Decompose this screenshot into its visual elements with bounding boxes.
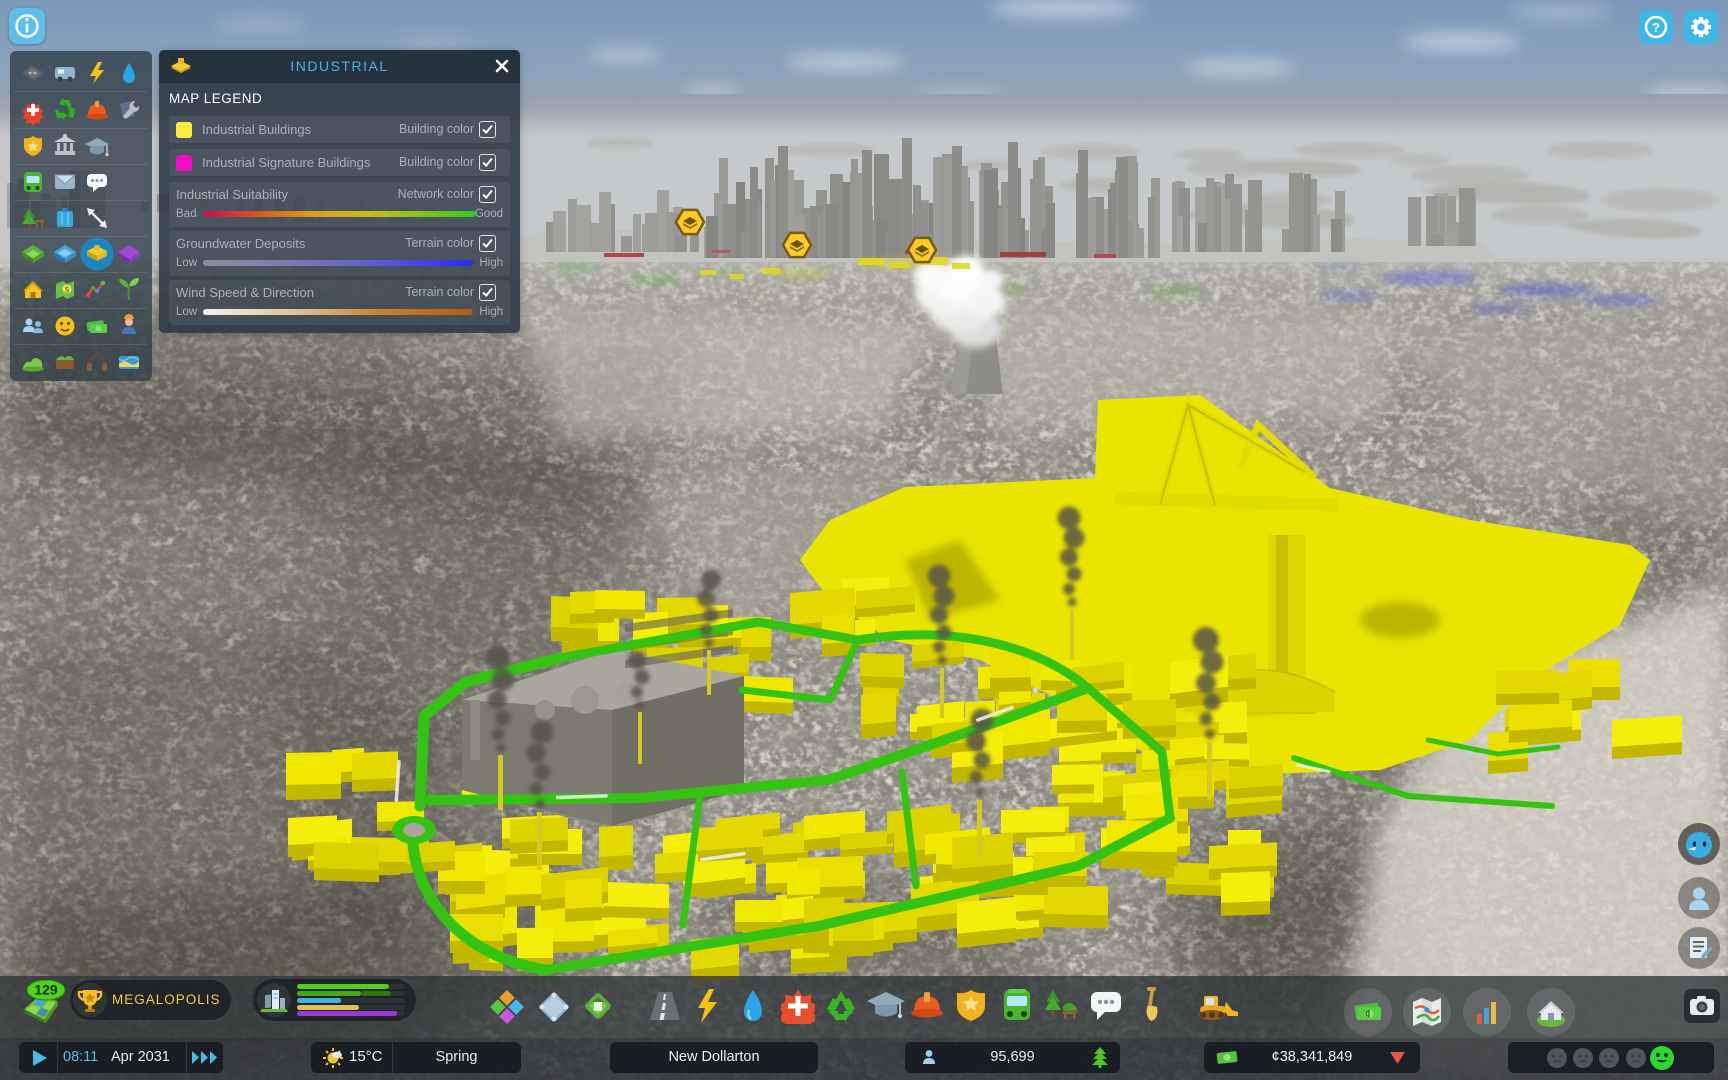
- svg-text:$: $: [65, 286, 70, 295]
- svg-text:129: 129: [34, 982, 58, 998]
- svg-text:?: ?: [1652, 20, 1660, 35]
